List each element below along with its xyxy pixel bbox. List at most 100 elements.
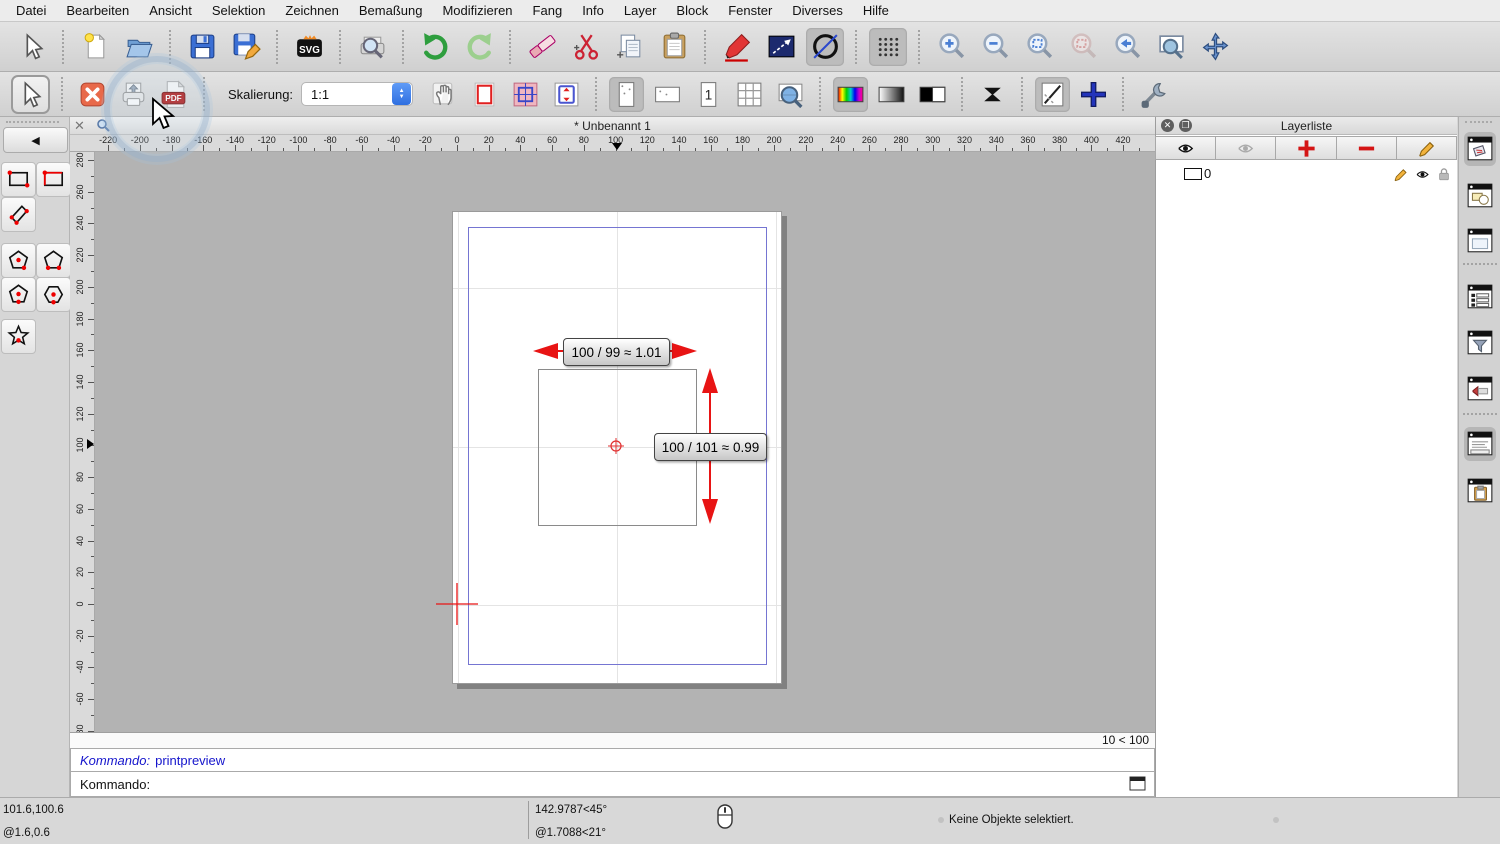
palette-back-button[interactable]: ◀ xyxy=(3,127,68,153)
landscape-button[interactable] xyxy=(650,77,685,112)
dock-selection-filter[interactable] xyxy=(1464,326,1496,360)
zoom-window-button[interactable] xyxy=(1152,28,1190,66)
dock-strip-handle[interactable] xyxy=(1465,121,1492,126)
delete-button[interactable] xyxy=(523,28,561,66)
menu-item-bemaung[interactable]: Bemaßung xyxy=(349,3,433,18)
ruler-tick xyxy=(91,366,94,367)
document-title: * Unbenannt 1 xyxy=(70,119,1155,133)
dock-property-editor[interactable] xyxy=(1464,280,1496,314)
zoom-in-button[interactable] xyxy=(932,28,970,66)
polygon-two-vertices-tool[interactable] xyxy=(36,243,71,278)
paper-borders-button[interactable] xyxy=(467,77,502,112)
dock-clipboard-panel[interactable] xyxy=(1464,474,1496,508)
menu-item-diverses[interactable]: Diverses xyxy=(782,3,853,18)
preferences-button[interactable] xyxy=(1136,77,1171,112)
zoom-selection-button[interactable] xyxy=(1064,28,1102,66)
open-file-button[interactable] xyxy=(120,28,158,66)
pan-page-button[interactable] xyxy=(426,77,461,112)
command-line[interactable]: Kommando: xyxy=(70,772,1155,797)
zoom-previous-button[interactable] xyxy=(1108,28,1146,66)
save-as-button[interactable] xyxy=(227,28,265,66)
draft-mode-button[interactable] xyxy=(1035,77,1070,112)
zoom-auto-button[interactable] xyxy=(1020,28,1058,66)
save-button[interactable] xyxy=(183,28,221,66)
hide-all-layers-button[interactable] xyxy=(1215,136,1276,160)
command-dock-toggle-icon[interactable] xyxy=(1129,776,1146,794)
pdf-export-button[interactable]: PDF xyxy=(157,77,192,112)
pan-button[interactable] xyxy=(1196,28,1234,66)
ruler-tick xyxy=(600,148,601,151)
ruler-tick xyxy=(124,148,125,151)
dock-layer-list[interactable] xyxy=(1464,132,1496,166)
copy-button[interactable] xyxy=(611,28,649,66)
edit-layer-button[interactable] xyxy=(1396,136,1457,160)
multi-page-button[interactable] xyxy=(732,77,767,112)
polygon-side-side-tool[interactable] xyxy=(36,277,71,312)
star-tool[interactable] xyxy=(1,319,36,354)
rectangle-size-tool[interactable] xyxy=(36,162,71,197)
scale-combo[interactable]: 1:1▲▼ xyxy=(301,82,413,106)
grid-toggle-button[interactable] xyxy=(869,28,907,66)
new-file-button[interactable] xyxy=(76,28,114,66)
bwbar-icon xyxy=(917,79,948,110)
polygon-center-vertex-tool[interactable] xyxy=(1,243,36,278)
bitmap-export-button[interactable] xyxy=(353,28,391,66)
palette-drag-handle[interactable] xyxy=(6,121,59,126)
remove-layer-button[interactable] xyxy=(1336,136,1397,160)
crosshair-button[interactable] xyxy=(1076,77,1111,112)
menu-item-ansicht[interactable]: Ansicht xyxy=(139,3,202,18)
layer-lock-icon[interactable] xyxy=(1436,166,1452,185)
dock-library-browser[interactable] xyxy=(1464,224,1496,258)
page-margins-button[interactable] xyxy=(508,77,543,112)
stepper-icon[interactable]: ▲▼ xyxy=(392,83,411,105)
menu-item-datei[interactable]: Datei xyxy=(6,3,56,18)
layer-visibility-icon[interactable] xyxy=(1414,166,1431,186)
pointer-tool-button[interactable] xyxy=(11,75,50,114)
selection-tool-button[interactable] xyxy=(13,28,51,66)
zoom-to-page-button[interactable] xyxy=(773,77,808,112)
dimension-tools-button[interactable] xyxy=(762,28,800,66)
grayscale-button[interactable] xyxy=(874,77,909,112)
menu-item-layer[interactable]: Layer xyxy=(614,3,667,18)
menu-item-fang[interactable]: Fang xyxy=(523,3,573,18)
vertical-scale-label: 100 / 101 ≈ 0.99 xyxy=(654,433,767,461)
menu-item-selektion[interactable]: Selektion xyxy=(202,3,275,18)
menu-item-hilfe[interactable]: Hilfe xyxy=(853,3,899,18)
fit-drawing-button[interactable] xyxy=(549,77,584,112)
menu-item-fenster[interactable]: Fenster xyxy=(718,3,782,18)
menu-item-info[interactable]: Info xyxy=(572,3,614,18)
dock-reference-views[interactable] xyxy=(1464,372,1496,406)
single-page-button[interactable]: 1 xyxy=(691,77,726,112)
paste-button[interactable] xyxy=(655,28,693,66)
drawing-canvas[interactable]: 100 / 99 ≈ 1.01 100 / 101 ≈ 0.99 xyxy=(95,152,1155,732)
dock-command-line[interactable] xyxy=(1464,427,1496,461)
add-layer-button[interactable] xyxy=(1275,136,1336,160)
ruler-tick xyxy=(996,145,997,151)
hairline-mode-button[interactable] xyxy=(975,77,1010,112)
menu-item-block[interactable]: Block xyxy=(666,3,718,18)
circle-tools-button[interactable] xyxy=(806,28,844,66)
portrait-button[interactable] xyxy=(609,77,644,112)
menu-item-modifizieren[interactable]: Modifizieren xyxy=(432,3,522,18)
polygon-center-side-tool[interactable] xyxy=(1,277,36,312)
black-white-button[interactable] xyxy=(915,77,950,112)
draw-tools-button[interactable] xyxy=(718,28,756,66)
show-all-layers-button[interactable] xyxy=(1155,136,1216,160)
dock-block-list[interactable] xyxy=(1464,179,1496,213)
layer-row[interactable]: 0 xyxy=(1156,164,1457,184)
cut-button[interactable] xyxy=(567,28,605,66)
redo-button[interactable] xyxy=(460,28,498,66)
close-print-preview-button[interactable] xyxy=(75,77,110,112)
menu-item-zeichnen[interactable]: Zeichnen xyxy=(275,3,348,18)
svg-export-button[interactable]: SVG xyxy=(290,28,328,66)
undo-button[interactable] xyxy=(416,28,454,66)
ruler-tick xyxy=(949,148,950,151)
layer-edit-icon[interactable] xyxy=(1392,166,1409,186)
ruler-label: 80 xyxy=(579,135,589,145)
menu-item-bearbeiten[interactable]: Bearbeiten xyxy=(56,3,139,18)
rectangle-corners-tool[interactable] xyxy=(1,162,36,197)
zoom-out-button[interactable] xyxy=(976,28,1014,66)
rectangle-rotated-tool[interactable] xyxy=(1,197,36,232)
print-button[interactable] xyxy=(116,77,151,112)
full-color-button[interactable] xyxy=(833,77,868,112)
